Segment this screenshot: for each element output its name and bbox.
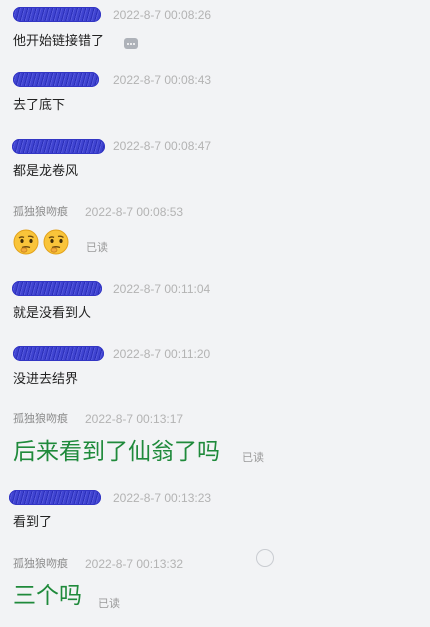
message-text[interactable]: 都是龙卷风 <box>13 163 78 181</box>
sender-name: 孤独狼吻痕 <box>13 412 68 425</box>
message-timestamp: 2022-8-7 00:08:43 <box>113 73 212 87</box>
message-timestamp: 2022-8-7 00:08:53 <box>85 205 184 219</box>
message-timestamp: 2022-8-7 00:08:26 <box>113 8 212 22</box>
message-timestamp: 2022-8-7 00:13:23 <box>113 491 212 505</box>
message-timestamp: 2022-8-7 00:13:32 <box>85 557 184 571</box>
circle-select-icon[interactable] <box>256 549 274 567</box>
message-timestamp: 2022-8-7 00:11:20 <box>113 347 211 361</box>
message-timestamp: 2022-8-7 00:11:04 <box>113 282 211 296</box>
message-timestamp: 2022-8-7 00:08:47 <box>113 139 212 153</box>
thinking-face-emoji[interactable] <box>43 229 69 255</box>
more-dots-icon[interactable] <box>124 38 138 49</box>
read-status: 已读 <box>242 451 264 464</box>
message-text[interactable]: 三个吗 <box>13 581 82 611</box>
read-status: 已读 <box>98 597 120 610</box>
message-text[interactable]: 去了底下 <box>13 97 65 115</box>
message-text[interactable]: 后来看到了仙翁了吗 <box>13 437 220 467</box>
redacted-sender-name <box>13 72 99 87</box>
message-timestamp: 2022-8-7 00:13:17 <box>85 412 184 426</box>
redacted-sender-name <box>13 7 101 22</box>
redacted-sender-name <box>12 281 102 296</box>
message-text[interactable]: 他开始链接错了 <box>13 33 104 51</box>
redacted-sender-name <box>9 490 101 505</box>
redacted-sender-name <box>13 346 104 361</box>
message-text[interactable]: 没进去结界 <box>13 371 78 389</box>
redacted-sender-name <box>12 139 105 154</box>
thinking-face-emoji[interactable] <box>13 229 39 255</box>
message-text[interactable]: 看到了 <box>13 514 52 532</box>
message-text[interactable]: 就是没看到人 <box>13 305 91 323</box>
read-status: 已读 <box>86 241 108 254</box>
sender-name: 孤独狼吻痕 <box>13 557 68 570</box>
sender-name: 孤独狼吻痕 <box>13 205 68 218</box>
